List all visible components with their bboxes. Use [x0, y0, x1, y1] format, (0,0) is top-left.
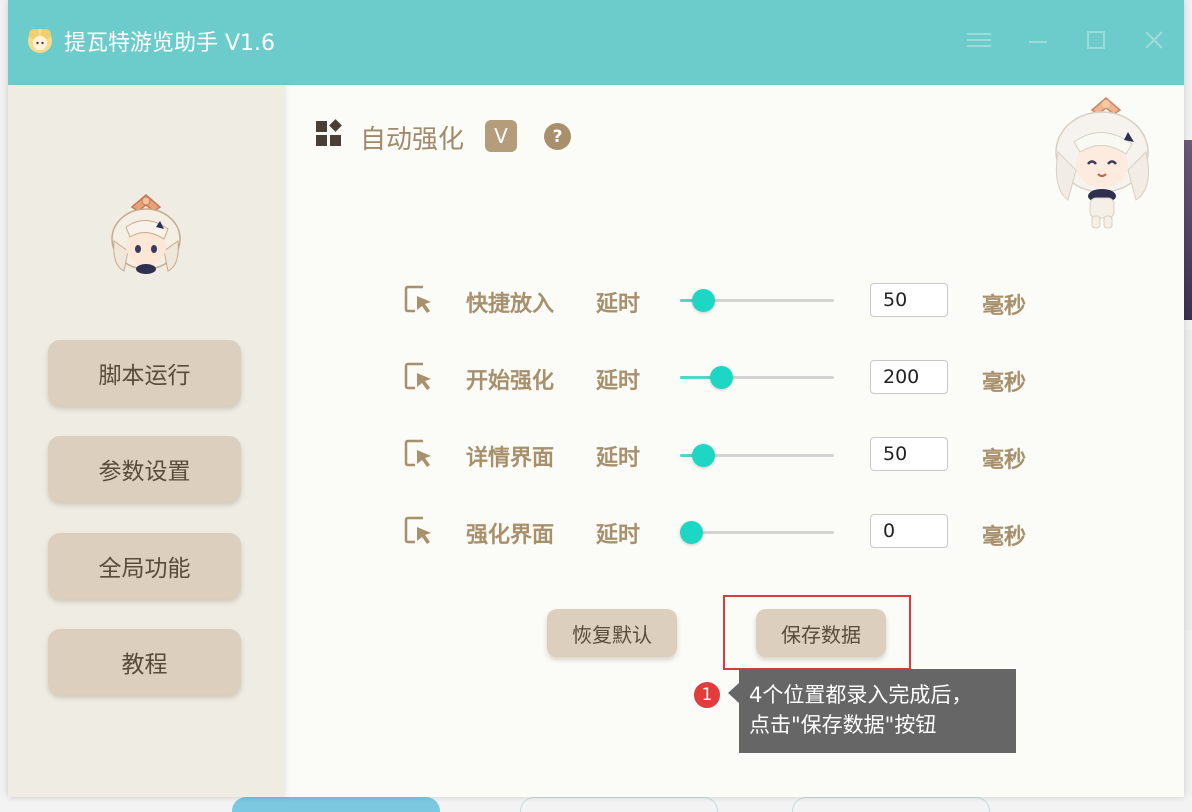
app-logo-icon [28, 29, 52, 53]
row-label-detail-screen: 详情界面 [466, 446, 555, 471]
delay-slider-quick-put[interactable] [680, 289, 834, 313]
row-unit-label: 毫秒 [982, 294, 1027, 319]
row-label-enhance-screen: 强化界面 [466, 523, 555, 548]
version-badge: V [485, 120, 517, 152]
tooltip-arrow [728, 683, 739, 703]
pointer-select-icon[interactable] [403, 361, 435, 393]
delay-input-detail-screen[interactable] [870, 437, 948, 471]
row-delay-label: 延时 [596, 523, 641, 548]
help-icon[interactable]: ? [544, 123, 571, 150]
row-delay-label: 延时 [596, 446, 641, 471]
title-bar[interactable]: 提瓦特游览助手 V1.6 [8, 0, 1184, 85]
page-title: 自动强化 [360, 125, 465, 155]
delay-slider-detail-screen[interactable] [680, 444, 834, 468]
menu-button[interactable] [961, 22, 997, 58]
row-delay-label: 延时 [596, 292, 641, 317]
nav-tutorial[interactable]: 教程 [48, 629, 241, 695]
tutorial-step-badge: 1 [692, 680, 722, 710]
slider-thumb[interactable] [710, 366, 734, 389]
delay-input-quick-put[interactable] [870, 283, 948, 317]
widgets-icon [316, 119, 342, 146]
paimon-mascot-icon [1055, 97, 1149, 229]
delay-input-enhance-screen[interactable] [870, 514, 948, 548]
delay-input-start-enhance[interactable] [870, 360, 948, 394]
pointer-select-icon[interactable] [403, 438, 435, 470]
tooltip-line-2: 点击"保存数据"按钮 [749, 713, 937, 737]
pointer-select-icon[interactable] [403, 515, 435, 547]
slider-thumb[interactable] [691, 444, 715, 467]
maximize-button[interactable] [1078, 22, 1114, 58]
row-label-quick-put: 快捷放入 [466, 292, 555, 317]
background-window-edge-2 [1184, 330, 1192, 630]
delay-slider-enhance-screen[interactable] [680, 521, 834, 545]
nav-global-functions[interactable]: 全局功能 [48, 533, 241, 599]
app-window: 提瓦特游览助手 V1.6 脚本运行 参数设置 全局功能 教程 自动强化 V ? … [8, 0, 1184, 797]
tutorial-tooltip: 4个位置都录入完成后， 点击"保存数据"按钮 [739, 669, 1016, 753]
row-label-start-enhance: 开始强化 [466, 369, 555, 394]
slider-thumb[interactable] [680, 521, 703, 544]
row-unit-label: 毫秒 [982, 448, 1027, 473]
hamburger-icon [967, 33, 991, 47]
close-button[interactable] [1136, 22, 1172, 58]
restore-defaults-button[interactable]: 恢复默认 [547, 609, 677, 657]
minimize-icon [1029, 41, 1047, 43]
sidebar: 脚本运行 参数设置 全局功能 教程 [8, 85, 285, 797]
pointer-select-icon[interactable] [403, 284, 435, 316]
window-title: 提瓦特游览助手 V1.6 [64, 31, 276, 56]
paimon-avatar-icon [111, 194, 181, 274]
background-window-edge [1184, 140, 1192, 320]
row-unit-label: 毫秒 [982, 525, 1027, 550]
nav-script-run[interactable]: 脚本运行 [48, 340, 241, 406]
maximize-icon [1087, 31, 1105, 49]
minimize-button[interactable] [1020, 22, 1056, 58]
nav-parameter-settings[interactable]: 参数设置 [48, 436, 241, 502]
tooltip-line-1: 4个位置都录入完成后， [749, 683, 973, 707]
tutorial-highlight-frame [723, 595, 911, 670]
delay-slider-start-enhance[interactable] [680, 366, 834, 390]
close-icon [1145, 31, 1163, 49]
row-unit-label: 毫秒 [982, 371, 1027, 396]
row-delay-label: 延时 [596, 369, 641, 394]
slider-thumb[interactable] [691, 289, 715, 312]
